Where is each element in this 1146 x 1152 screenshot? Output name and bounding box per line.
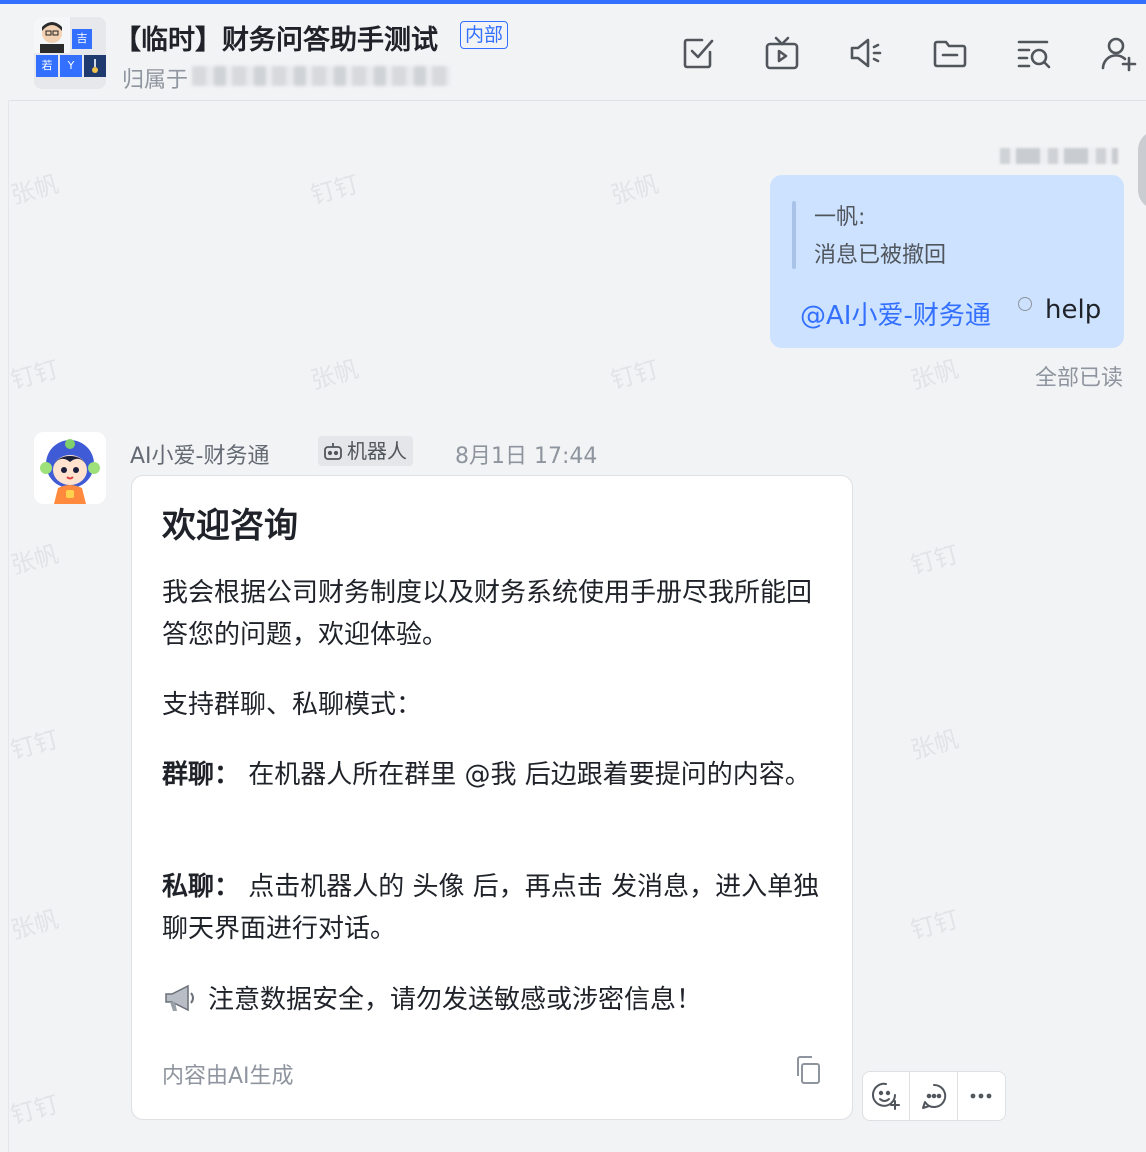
member-initial-cell: 吉 [72,29,92,49]
private-mode-text: 点击机器人的 头像 后，再点击 发消息，进入单独聊天界面进行对话。 [162,872,820,944]
mention-link[interactable]: @AI小爱-财务通 [800,295,991,332]
member-face-icon [40,22,64,53]
live-tv-icon[interactable] [763,34,801,72]
bot-tag-label: 机器人 [347,439,407,463]
copy-icon[interactable] [792,1054,824,1086]
more-icon[interactable] [958,1072,1005,1120]
group-mode-label: 群聊： [162,760,241,790]
watermark-text: 张帆 [907,355,962,395]
group-title: 【临时】财务问答助手测试 [114,25,438,56]
card-intro: 我会根据公司财务制度以及财务系统使用手册尽我所能回答您的问题，欢迎体验。 [162,578,813,650]
group-mode-text: 在机器人所在群里 @我 后边跟着要提问的内容。 [248,760,811,790]
watermark-text: 张帆 [7,905,62,945]
private-mode-label: 私聊： [162,872,241,902]
my-avatar[interactable] [1138,130,1146,210]
owner-label: 归属于 [122,68,189,93]
internal-badge: 内部 [460,21,509,49]
watermark-text: 张帆 [7,170,62,210]
card-title: 欢迎咨询 [162,506,298,546]
my-message-bubble[interactable]: 一帆: 消息已被撤回 @AI小爱-财务通 help [770,175,1124,348]
bot-mascot-icon [34,432,106,504]
owner-name-redacted [192,66,450,86]
watermark-text: 张帆 [307,355,362,395]
security-note-row: 注意数据安全，请勿发送敏感或涉密信息！ [162,979,702,1016]
watermark-text: 钉钉 [7,1090,62,1130]
bot-tag: 机器人 [318,436,413,466]
watermark-text: 钉钉 [607,355,662,395]
member-photo-cell [84,55,106,77]
megaphone-icon [165,984,194,1011]
robot-icon [324,443,342,460]
security-note: 注意数据安全，请勿发送敏感或涉密信息！ [208,985,703,1015]
add-reaction-icon[interactable] [863,1072,911,1120]
panel-divider [8,100,9,1152]
member-initial-cell: 若 [36,55,58,77]
watermark-text: 钉钉 [7,355,62,395]
group-avatar[interactable]: 吉 若 Y [34,17,106,89]
watermark-text: 钉钉 [907,905,962,945]
watermark-text: 钉钉 [7,725,62,765]
task-check-icon[interactable] [680,34,718,72]
watermark-text: 张帆 [907,725,962,765]
quote-bar [792,201,796,269]
welcome-card: 欢迎咨询 我会根据公司财务制度以及财务系统使用手册尽我所能回答您的问题，欢迎体验… [131,475,853,1120]
watermark-text: 张帆 [7,540,62,580]
sender-name-redacted [1000,148,1118,164]
reply-icon[interactable] [910,1072,958,1120]
card-group-mode: 群聊： 在机器人所在群里 @我 后边跟着要提问的内容。 [162,754,832,796]
message-text: help [1045,295,1102,325]
read-status[interactable]: 全部已读 [1035,360,1123,392]
watermark-text: 张帆 [607,170,662,210]
unread-indicator-icon [1018,297,1032,311]
member-initial-cell: Y [60,55,82,77]
search-history-icon[interactable] [1015,34,1053,72]
announcement-icon[interactable] [847,34,885,72]
message-action-bar [862,1071,1006,1121]
card-modes-intro: 支持群聊、私聊模式： [162,690,423,720]
quote-text: 消息已被撤回 [814,243,947,268]
message-timestamp: 8月1日 17:44 [455,444,598,469]
chat-header: 吉 若 Y 【临时】财务问答助手测试 内部 归属于 [10,4,1146,101]
bot-sender-name[interactable]: AI小爱-财务通 [130,438,269,470]
folder-icon[interactable] [931,34,969,72]
watermark-text: 钉钉 [307,170,362,210]
bot-avatar[interactable] [34,432,106,504]
add-member-icon[interactable] [1099,34,1137,72]
quote-author: 一帆: [814,205,866,230]
watermark-text: 钉钉 [907,540,962,580]
card-private-mode: 私聊： 点击机器人的 头像 后，再点击 发消息，进入单独聊天界面进行对话。 [162,866,832,950]
ai-generated-note: 内容由AI生成 [162,1064,294,1089]
